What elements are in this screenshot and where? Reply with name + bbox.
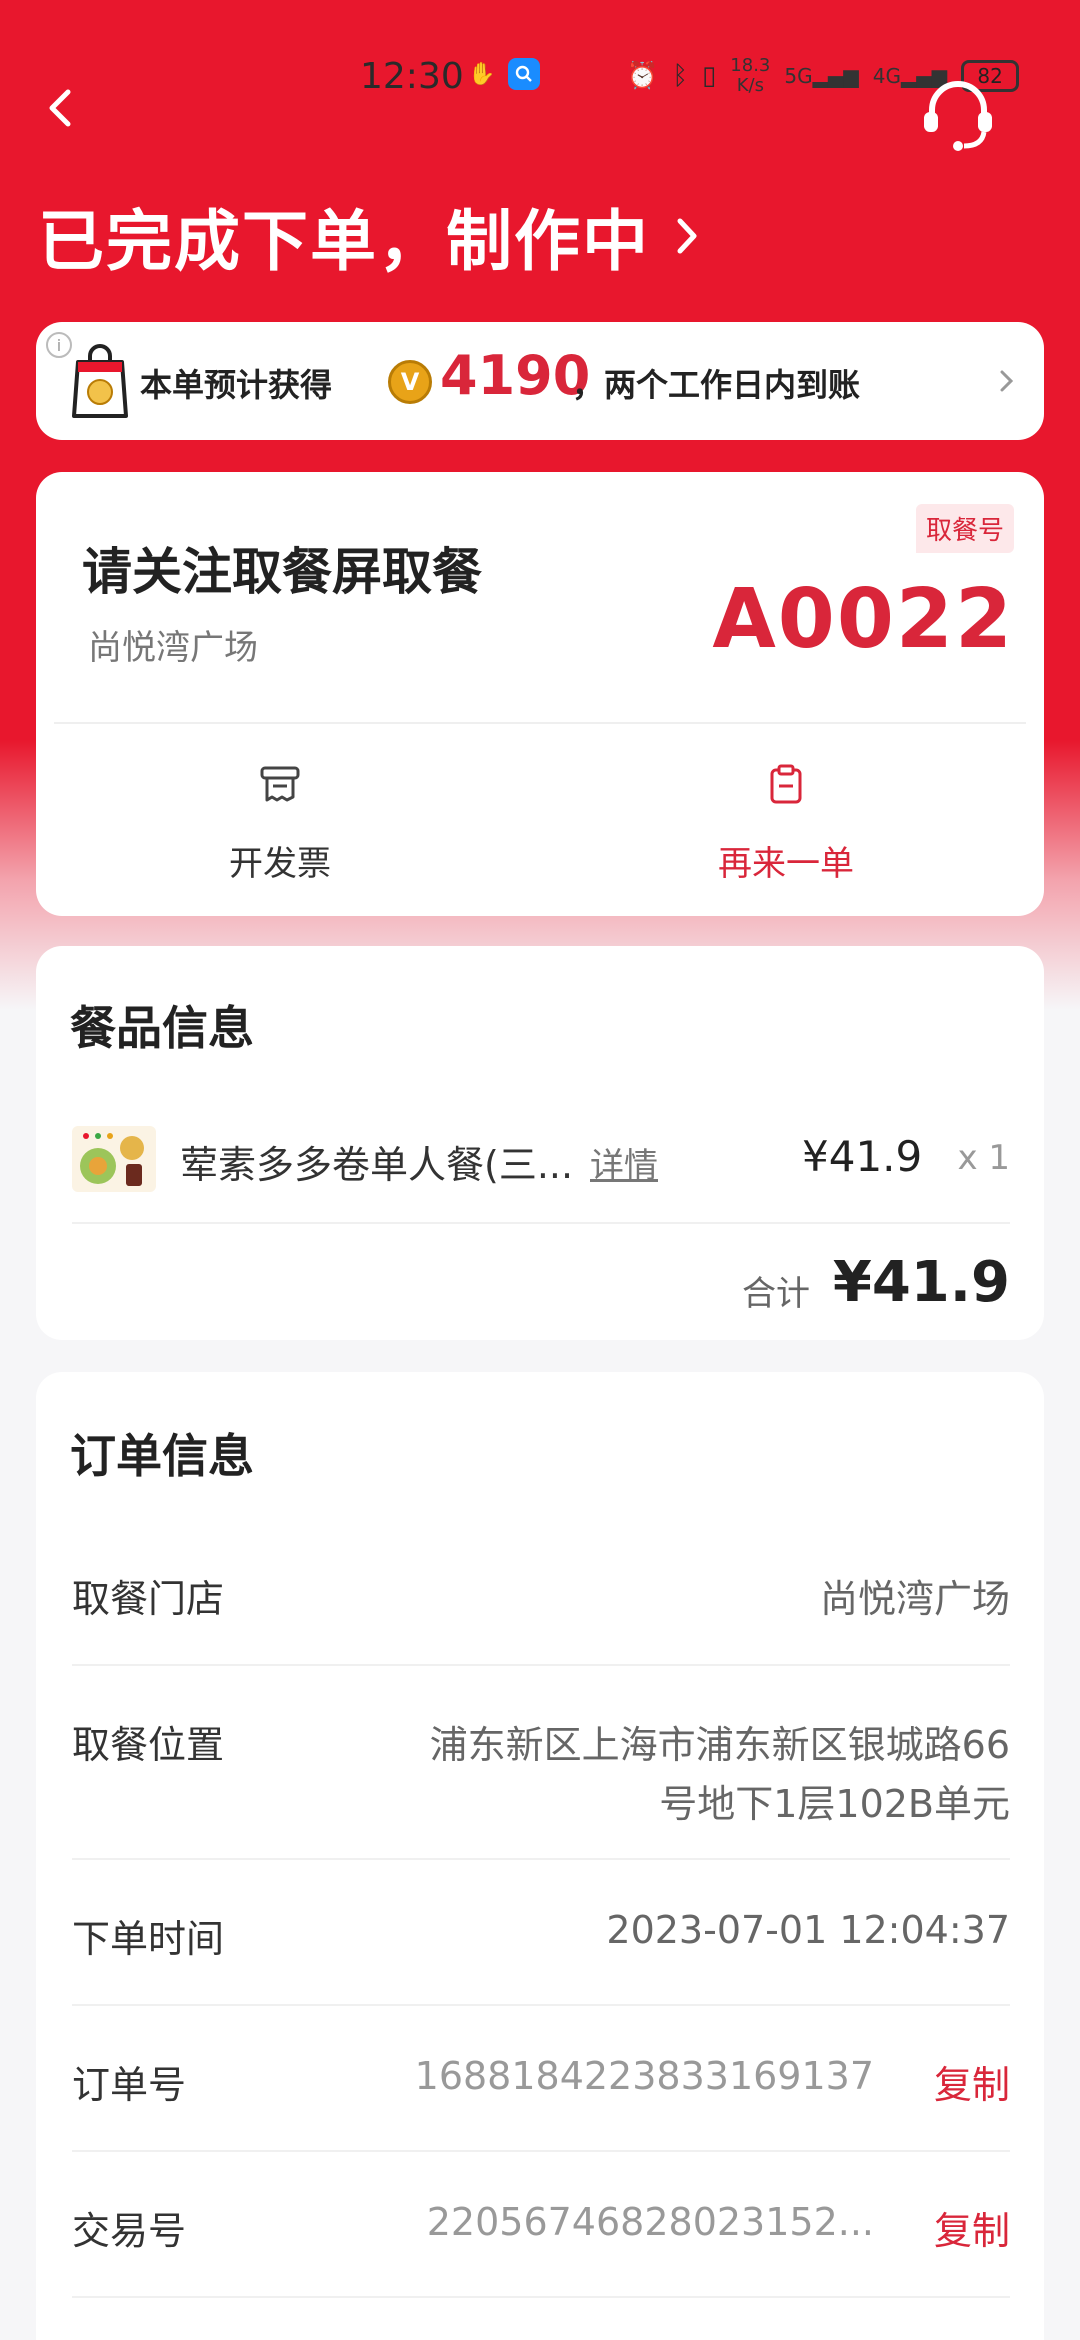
divider: [72, 2150, 1010, 2152]
back-button[interactable]: [36, 78, 86, 138]
food-thumbnail: [72, 1126, 156, 1192]
row-label: 取餐门店: [72, 1577, 225, 1621]
invoice-label: 开发票: [229, 844, 331, 884]
food-info-card: 餐品信息 荤素多多卷单人餐(三... 详情 ¥41.9 x 1 合计 ¥41.9: [36, 946, 1044, 1340]
vibrate-icon: ▯: [701, 61, 717, 91]
reorder-button[interactable]: 再来一单: [636, 762, 936, 885]
signal-5g-icon: 5G▂▄▆: [784, 64, 859, 88]
customer-service-button[interactable]: [914, 76, 1002, 152]
chevron-left-icon: [49, 89, 71, 127]
reward-points: 4190: [440, 344, 591, 407]
food-info-title: 餐品信息: [70, 1001, 254, 1055]
divider: [72, 1222, 1010, 1224]
row-label: 下单时间: [72, 1917, 225, 1961]
chevron-right-icon: [677, 218, 697, 254]
order-info-card: 订单信息 取餐门店 尚悦湾广场 取餐位置 浦东新区上海市浦东新区银城路66 号地…: [36, 1372, 1044, 2340]
food-item-name: 荤素多多卷单人餐(三...: [180, 1143, 574, 1187]
bluetooth-icon: ᛒ: [672, 61, 688, 91]
copy-transaction-number-button[interactable]: 复制: [934, 2200, 1010, 2255]
row-value: 尚悦湾广场: [819, 1577, 1010, 1621]
row-value: 2023-07-01 12:04:37: [606, 1908, 1010, 1952]
divider: [72, 1664, 1010, 1666]
food-item-price: ¥41.9: [802, 1132, 923, 1181]
total-amount: ¥41.9: [832, 1250, 1010, 1315]
reorder-label: 再来一单: [718, 844, 854, 884]
food-detail-link[interactable]: 详情: [590, 1138, 658, 1187]
divider: [72, 1858, 1010, 1860]
info-icon: i: [46, 332, 72, 358]
food-item-qty: x 1: [957, 1138, 1010, 1178]
reward-banner[interactable]: i 本单预计获得 V 4190 ，两个工作日内到账: [36, 322, 1044, 440]
reward-prefix: 本单预计获得: [140, 366, 333, 404]
row-value: 1688184223833169137: [414, 2054, 874, 2098]
divider: [54, 722, 1026, 724]
receipt-icon: [260, 766, 300, 802]
pickup-heading: 请关注取餐屏取餐: [82, 543, 482, 601]
pickup-card: 取餐号 请关注取餐屏取餐 尚悦湾广场 A0022 开发票 再来一单: [36, 472, 1044, 916]
headset-icon: [924, 81, 992, 151]
row-label: 订单号: [72, 2063, 187, 2107]
network-speed: 18.3 K/s: [730, 55, 771, 96]
pickup-number-tag: 取餐号: [915, 504, 1014, 553]
row-value: 浦东新区上海市浦东新区银城路66 号地下1层102B单元: [429, 1723, 1010, 1826]
status-time: 12:30: [360, 56, 464, 97]
invoice-button[interactable]: 开发票: [130, 762, 430, 885]
order-status-title[interactable]: 已完成下单，制作中: [38, 188, 702, 284]
divider: [72, 2004, 1010, 2006]
alarm-icon: ⏰: [626, 61, 659, 91]
order-status-text: 已完成下单，制作中: [38, 203, 650, 280]
copy-order-number-button[interactable]: 复制: [934, 2054, 1010, 2109]
chevron-right-icon: [1000, 370, 1014, 392]
shopping-bag-icon: [72, 344, 128, 418]
order-info-title: 订单信息: [70, 1429, 254, 1483]
coin-icon: V: [388, 360, 432, 404]
reward-suffix: ，两个工作日内到账: [572, 366, 861, 404]
pickup-code: A0022: [712, 572, 1014, 667]
status-notification-icons: ✋: [466, 58, 540, 90]
total-label: 合计: [742, 1274, 810, 1314]
row-label: 取餐位置: [72, 1723, 225, 1767]
clipboard-icon: [770, 764, 802, 804]
row-value: 22056746828023152...: [426, 2200, 874, 2244]
row-label: 交易号: [72, 2209, 187, 2253]
hand-icon: ✋: [468, 61, 496, 87]
divider: [72, 2296, 1010, 2298]
pickup-store-name: 尚悦湾广场: [88, 628, 258, 668]
search-app-icon: [508, 58, 540, 90]
